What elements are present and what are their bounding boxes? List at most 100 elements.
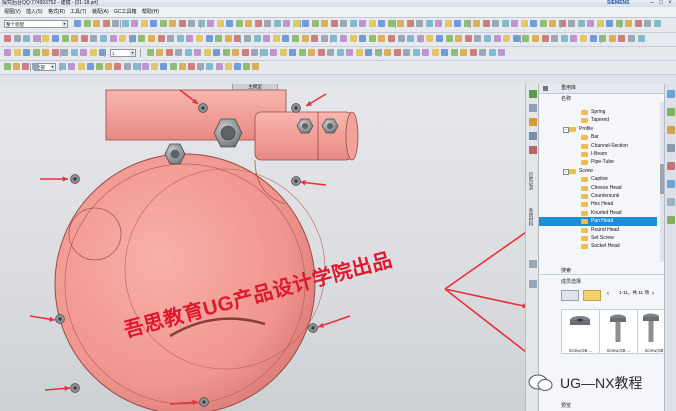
toolbar-button[interactable] [86,63,94,70]
toolbar-button[interactable] [368,20,376,27]
toolbar-button[interactable] [114,63,122,70]
toolbar-button[interactable] [150,20,157,27]
toolbar-button[interactable] [252,63,260,70]
toolbar-button[interactable] [160,63,168,70]
toolbar-button[interactable] [224,63,232,70]
toolbar-button[interactable] [634,20,642,27]
tree-item-selected[interactable]: Pan Head [539,217,657,226]
toolbar-button[interactable] [301,35,309,42]
toolbar-button[interactable] [61,49,68,56]
toolbar-button[interactable] [123,63,131,70]
toolbar-button[interactable] [289,49,296,56]
toolbar-button[interactable] [311,20,319,27]
maximize-button[interactable]: □ [657,0,665,7]
toolbar-button[interactable] [235,20,243,27]
snap-combo[interactable]: 1 ▾ [110,49,136,57]
toolbar-button[interactable] [105,63,113,70]
page-next-icon[interactable]: › [652,291,660,298]
toolbar-button[interactable] [74,20,81,27]
toolbar-button[interactable] [282,35,290,42]
toolbar-button[interactable] [498,49,505,56]
toolbar-button[interactable] [336,49,344,56]
toolbar-button[interactable] [176,35,184,42]
menu-format[interactable]: 格式(R) [48,7,65,17]
toolbar-button[interactable] [628,35,635,42]
toolbar-button[interactable] [330,35,338,42]
toolbar-button[interactable] [80,49,87,56]
toolbar-button[interactable] [488,49,496,56]
close-button[interactable]: × [666,0,674,7]
web-browser-icon[interactable] [529,146,537,154]
toolbar-button[interactable] [397,35,405,42]
toolbar-button[interactable] [215,35,223,42]
tree-item[interactable]: Knurled Head [539,209,657,217]
toolbar-button[interactable] [279,49,287,56]
toolbar-button[interactable] [13,63,21,70]
toolbar-button[interactable] [541,35,549,42]
toolbar-button[interactable] [450,49,458,56]
tree-item[interactable]: − Screw [539,167,657,175]
toolbar-button[interactable] [184,49,192,56]
toolbar-button[interactable] [431,49,439,56]
toolbar-button[interactable] [23,49,30,56]
toolbar-button[interactable] [292,35,299,42]
toolbar-button[interactable] [308,49,315,56]
panel-tab-icon[interactable] [667,216,675,224]
toolbar-button[interactable] [615,20,623,27]
toolbar-button[interactable] [606,20,613,27]
toolbar-button[interactable] [132,63,140,70]
toolbar-button[interactable] [455,35,463,42]
view-mode-button[interactable] [561,290,579,301]
toolbar-button[interactable] [42,35,50,42]
roles-icon[interactable] [529,260,537,268]
toolbar-button[interactable] [512,35,520,42]
toolbar-button[interactable] [302,20,309,27]
toolbar-button[interactable] [251,49,258,56]
toolbar-button[interactable] [321,20,328,27]
toolbar-button[interactable] [167,35,175,42]
toolbar-button[interactable] [359,35,367,42]
toolbar-button[interactable] [151,63,159,70]
toolbar-button[interactable] [159,20,167,27]
toolbar-button[interactable] [244,35,251,42]
toolbar-button[interactable] [23,35,31,42]
toolbar-button[interactable] [4,35,11,42]
menu-gc-toolkit[interactable]: GC工具箱 [114,7,137,17]
toolbar-button[interactable] [589,35,597,42]
toolbar-button[interactable] [378,35,386,42]
toolbar-button[interactable] [148,35,155,42]
toolbar-button[interactable] [479,49,486,56]
filter-icon[interactable] [583,290,601,301]
toolbar-button[interactable] [474,35,482,42]
toolbar-button[interactable] [89,49,97,56]
toolbar-button[interactable] [245,20,252,27]
toolbar-button[interactable] [186,35,194,42]
selection-filter-combo[interactable]: 整个装配 ▾ [4,20,68,28]
toolbar-button[interactable] [121,20,129,27]
toolbar-button[interactable] [13,49,21,56]
toolbar-button[interactable] [146,49,154,56]
toolbar-button[interactable] [570,35,578,42]
tree-item[interactable]: Spring [539,108,657,116]
minimize-button[interactable]: – [648,0,656,7]
toolbar-button[interactable] [52,35,59,42]
panel-tab-icon[interactable] [667,90,675,98]
toolbar-button[interactable] [112,20,119,27]
tree-item[interactable]: Countersunk [539,192,657,200]
palette-icon[interactable] [529,280,537,288]
toolbar-button[interactable] [349,20,357,27]
toolbar-button[interactable] [349,35,357,42]
tree-item[interactable]: Bar [539,133,657,141]
toolbar-button[interactable] [71,35,79,42]
panel-tab-icon[interactable] [667,108,675,116]
tree-item[interactable]: Round Head [539,226,657,234]
toolbar-button[interactable] [188,63,195,70]
toolbar-button[interactable] [378,20,385,27]
panel-tab-icon[interactable] [667,144,675,152]
tree-item[interactable]: Captive [539,175,657,183]
toolbar-button[interactable] [625,20,632,27]
toolbar-button[interactable] [587,20,594,27]
toolbar-button[interactable] [653,20,661,27]
page-prev-icon[interactable]: ‹ [607,291,615,298]
toolbar-button[interactable] [270,49,277,56]
